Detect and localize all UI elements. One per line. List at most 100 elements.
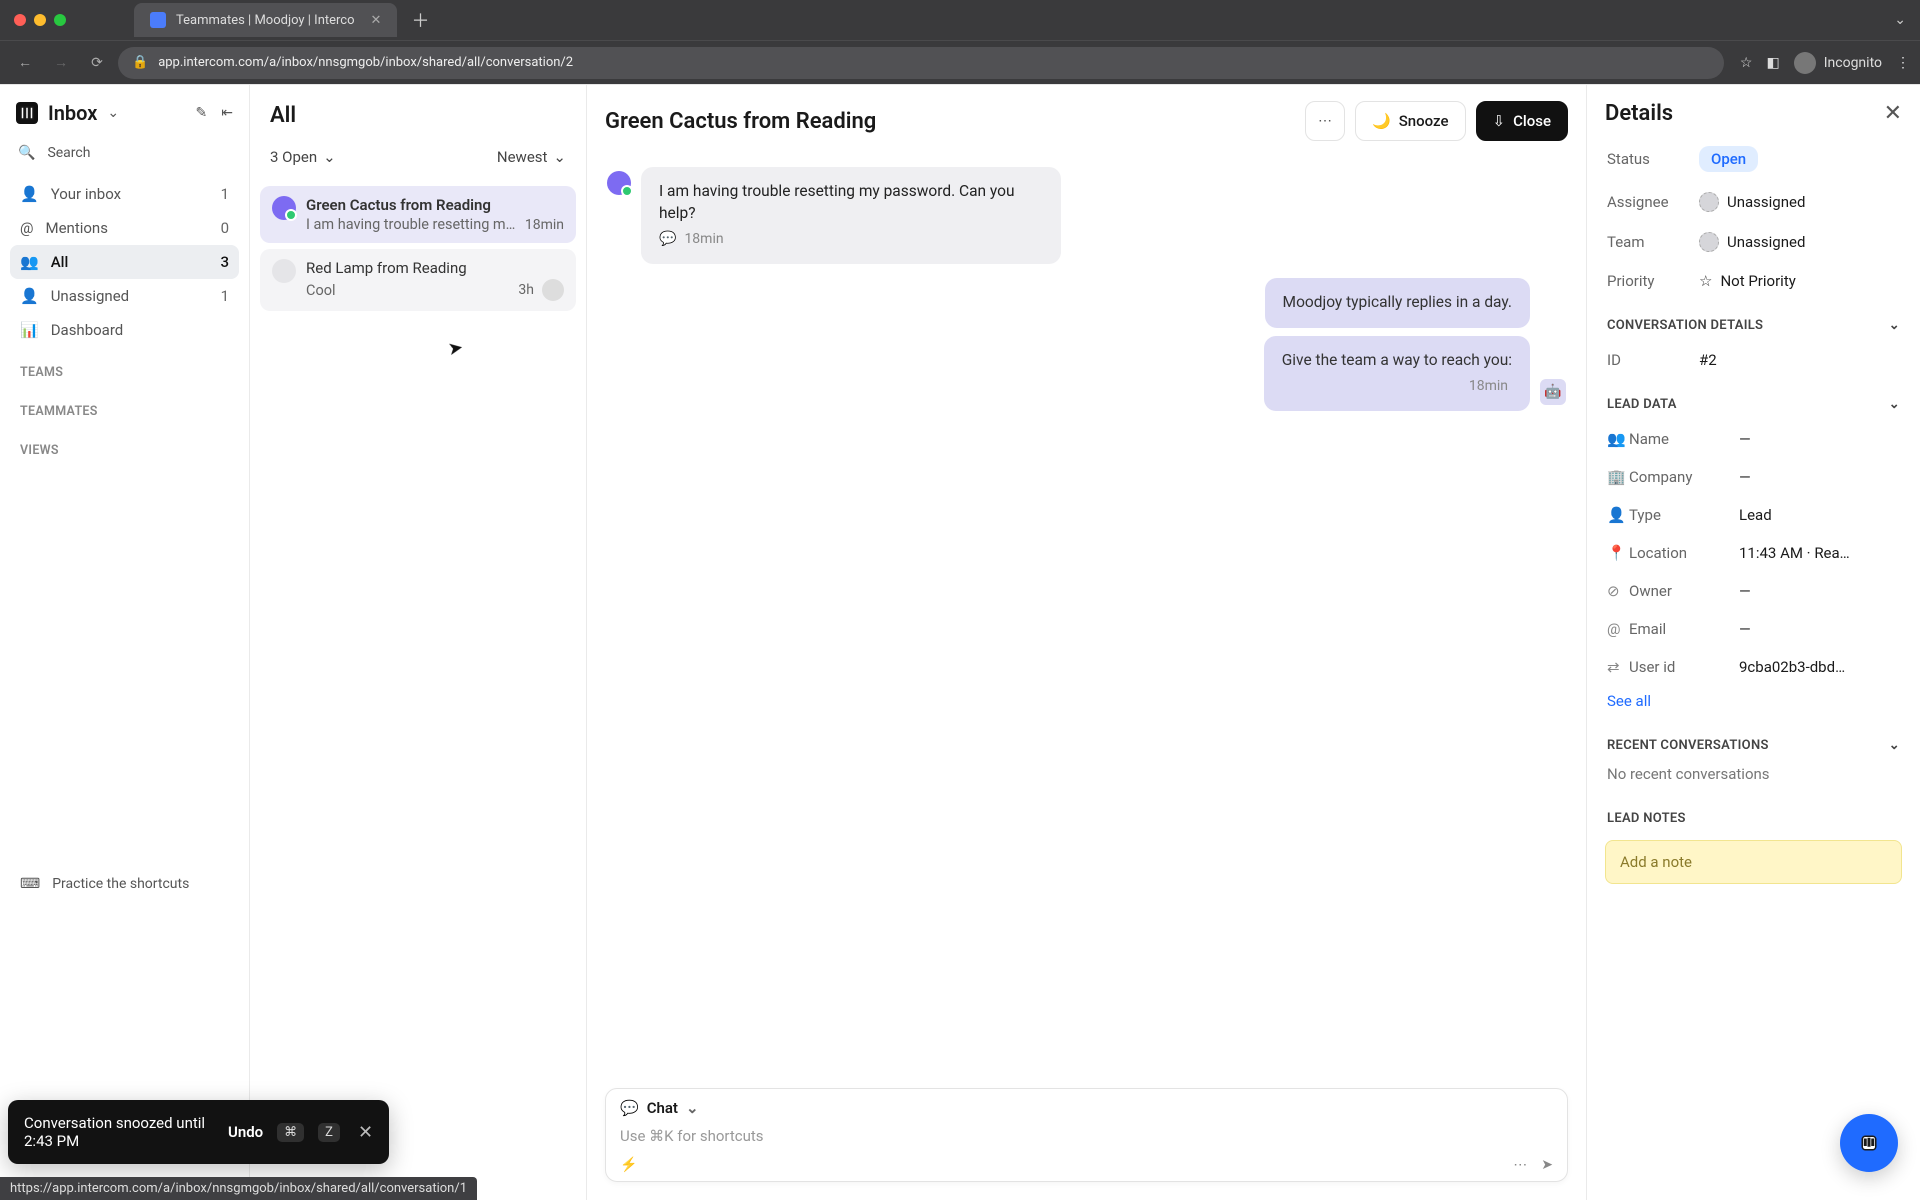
chevron-down-icon[interactable]: ⌄ — [686, 1099, 699, 1117]
message-time: 18min — [684, 230, 723, 250]
lead-value: — — [1739, 620, 1751, 638]
nav-back-icon[interactable]: ← — [10, 48, 40, 78]
nav-count: 3 — [220, 253, 229, 271]
nav-forward-icon: → — [46, 48, 76, 78]
reload-icon[interactable]: ⟳ — [82, 48, 112, 78]
window-close[interactable] — [14, 14, 26, 26]
at-icon: @ — [1607, 620, 1629, 638]
window-minimize[interactable] — [34, 14, 46, 26]
notes-heading: LEAD NOTES — [1607, 811, 1686, 826]
assignee-key: Assignee — [1607, 193, 1699, 211]
conversation-item[interactable]: Red Lamp from Reading Cool 3h — [260, 249, 576, 311]
incognito-avatar-icon — [1794, 52, 1816, 74]
assignee-value[interactable]: Unassigned — [1699, 192, 1805, 212]
conversation-item[interactable]: Green Cactus from Reading I am having tr… — [260, 186, 576, 243]
composer-more-icon[interactable]: ⋯ — [1513, 1157, 1527, 1173]
bookmark-star-icon[interactable]: ☆ — [1740, 55, 1753, 71]
sidebar-item-all[interactable]: 👥All3 — [10, 245, 239, 279]
composer[interactable]: 💬 Chat ⌄ Use ⌘K for shortcuts ⚡ ⋯ ➤ — [605, 1088, 1568, 1182]
lead-row[interactable]: 👥Name— — [1605, 420, 1902, 458]
sidebar-item-unassigned[interactable]: 👤Unassigned1 — [10, 279, 239, 313]
priority-value[interactable]: ☆Not Priority — [1699, 272, 1796, 290]
browser-tab[interactable]: Teammates | Moodjoy | Interco ✕ — [134, 3, 397, 37]
tabs-chevron-icon[interactable]: ⌄ — [1894, 12, 1906, 28]
person-icon: 👤 — [1607, 506, 1629, 524]
snooze-button[interactable]: 🌙 Snooze — [1355, 101, 1466, 141]
sort-filter[interactable]: Newest ⌄ — [497, 148, 566, 166]
extensions-icon[interactable]: ◧ — [1766, 55, 1779, 71]
lead-value: Lead — [1739, 506, 1772, 524]
chevron-down-icon[interactable]: ⌄ — [1889, 397, 1900, 412]
chat-more-button[interactable]: ⋯ — [1305, 101, 1345, 141]
keyboard-icon: ⌨ — [20, 876, 40, 892]
close-button[interactable]: ⇩ Close — [1476, 101, 1568, 141]
sidebar-item-mentions[interactable]: @Mentions0 — [10, 211, 239, 245]
url-field[interactable]: 🔒 app.intercom.com/a/inbox/nnsgmgob/inbo… — [118, 47, 1724, 79]
status-badge[interactable]: Open — [1699, 146, 1758, 172]
swap-icon: ⇄ — [1607, 658, 1629, 676]
collapse-sidebar-icon[interactable]: ⇤ — [221, 105, 233, 121]
chevron-down-icon[interactable]: ⌄ — [1889, 738, 1900, 753]
search-icon: 🔍 — [18, 145, 35, 161]
search-row[interactable]: 🔍 Search — [10, 135, 239, 171]
compose-icon[interactable]: ✎ — [196, 105, 208, 121]
toast-close-icon[interactable]: ✕ — [358, 1122, 373, 1143]
recent-heading: RECENT CONVERSATIONS — [1607, 738, 1769, 753]
message-text: I am having trouble resetting my passwor… — [659, 181, 1043, 224]
key-cmd: ⌘ — [277, 1123, 304, 1142]
note-input[interactable]: Add a note — [1605, 840, 1902, 884]
app-logo-icon[interactable] — [16, 102, 38, 124]
at-icon: @ — [20, 219, 33, 237]
sidebar-item-dashboard[interactable]: 📊Dashboard — [10, 313, 239, 347]
sender-avatar — [607, 171, 631, 195]
new-tab-button[interactable]: ＋ — [411, 7, 429, 33]
lead-row[interactable]: 📍Location11:43 AM · Rea… — [1605, 534, 1902, 572]
inbox-title: Inbox — [48, 101, 97, 125]
lead-row[interactable]: 🏢Company— — [1605, 458, 1902, 496]
search-label: Search — [47, 145, 90, 161]
lead-row[interactable]: ⇄User id9cba02b3-dbd… — [1605, 648, 1902, 686]
section-teams[interactable]: TEAMS — [10, 347, 239, 386]
unassigned-icon — [1699, 192, 1719, 212]
open-filter[interactable]: 3 Open ⌄ — [270, 148, 336, 166]
lead-row[interactable]: @Email— — [1605, 610, 1902, 648]
bolt-icon[interactable]: ⚡ — [620, 1157, 637, 1173]
people-icon: 👥 — [20, 253, 39, 271]
nav-label: Mentions — [45, 219, 107, 237]
section-views[interactable]: VIEWS — [10, 425, 239, 464]
conv-preview: Cool — [306, 282, 510, 299]
sidebar-item-your-inbox[interactable]: 👤Your inbox1 — [10, 177, 239, 211]
tab-close-icon[interactable]: ✕ — [371, 13, 382, 28]
see-all-link[interactable]: See all — [1605, 686, 1902, 720]
lead-row[interactable]: ⊘Owner— — [1605, 572, 1902, 610]
lead-row[interactable]: 👤TypeLead — [1605, 496, 1902, 534]
lead-value: — — [1739, 430, 1751, 448]
practice-shortcuts[interactable]: ⌨ Practice the shortcuts — [10, 868, 239, 900]
intercom-launcher[interactable] — [1840, 1114, 1898, 1172]
tab-title: Teammates | Moodjoy | Interco — [176, 13, 355, 28]
sidebar: Inbox ⌄ ✎ ⇤ 🔍 Search 👤Your inbox1 @ Mentio… — [0, 85, 250, 1200]
lead-key: Location — [1629, 544, 1739, 562]
avatar — [272, 196, 296, 220]
status-bar-url: https://app.intercom.com/a/inbox/nnsgmgo… — [0, 1177, 477, 1200]
team-value[interactable]: Unassigned — [1699, 232, 1805, 252]
composer-mode: Chat — [647, 1099, 678, 1117]
window-zoom[interactable] — [54, 14, 66, 26]
list-title: All — [250, 85, 586, 134]
nav-count: 1 — [221, 185, 229, 203]
nav-count: 1 — [221, 287, 229, 305]
send-icon[interactable]: ➤ — [1541, 1157, 1553, 1173]
building-icon: 🏢 — [1607, 468, 1629, 486]
inbox-chevron-icon[interactable]: ⌄ — [107, 105, 119, 121]
avatar — [272, 259, 296, 283]
details-close-icon[interactable]: ✕ — [1884, 101, 1902, 126]
kebab-menu-icon[interactable]: ⋮ — [1896, 55, 1910, 71]
toast-undo[interactable]: Undo — [228, 1123, 263, 1141]
owner-icon: ⊘ — [1607, 582, 1629, 600]
composer-input[interactable]: Use ⌘K for shortcuts — [620, 1123, 1553, 1157]
user-icon: 👥 — [1607, 430, 1629, 448]
lead-value: 9cba02b3-dbd… — [1739, 658, 1845, 676]
details-pane: Details ✕ Status Open Assignee Unassigne… — [1587, 85, 1920, 1200]
section-teammates[interactable]: TEAMMATES — [10, 386, 239, 425]
chevron-down-icon[interactable]: ⌄ — [1889, 318, 1900, 333]
